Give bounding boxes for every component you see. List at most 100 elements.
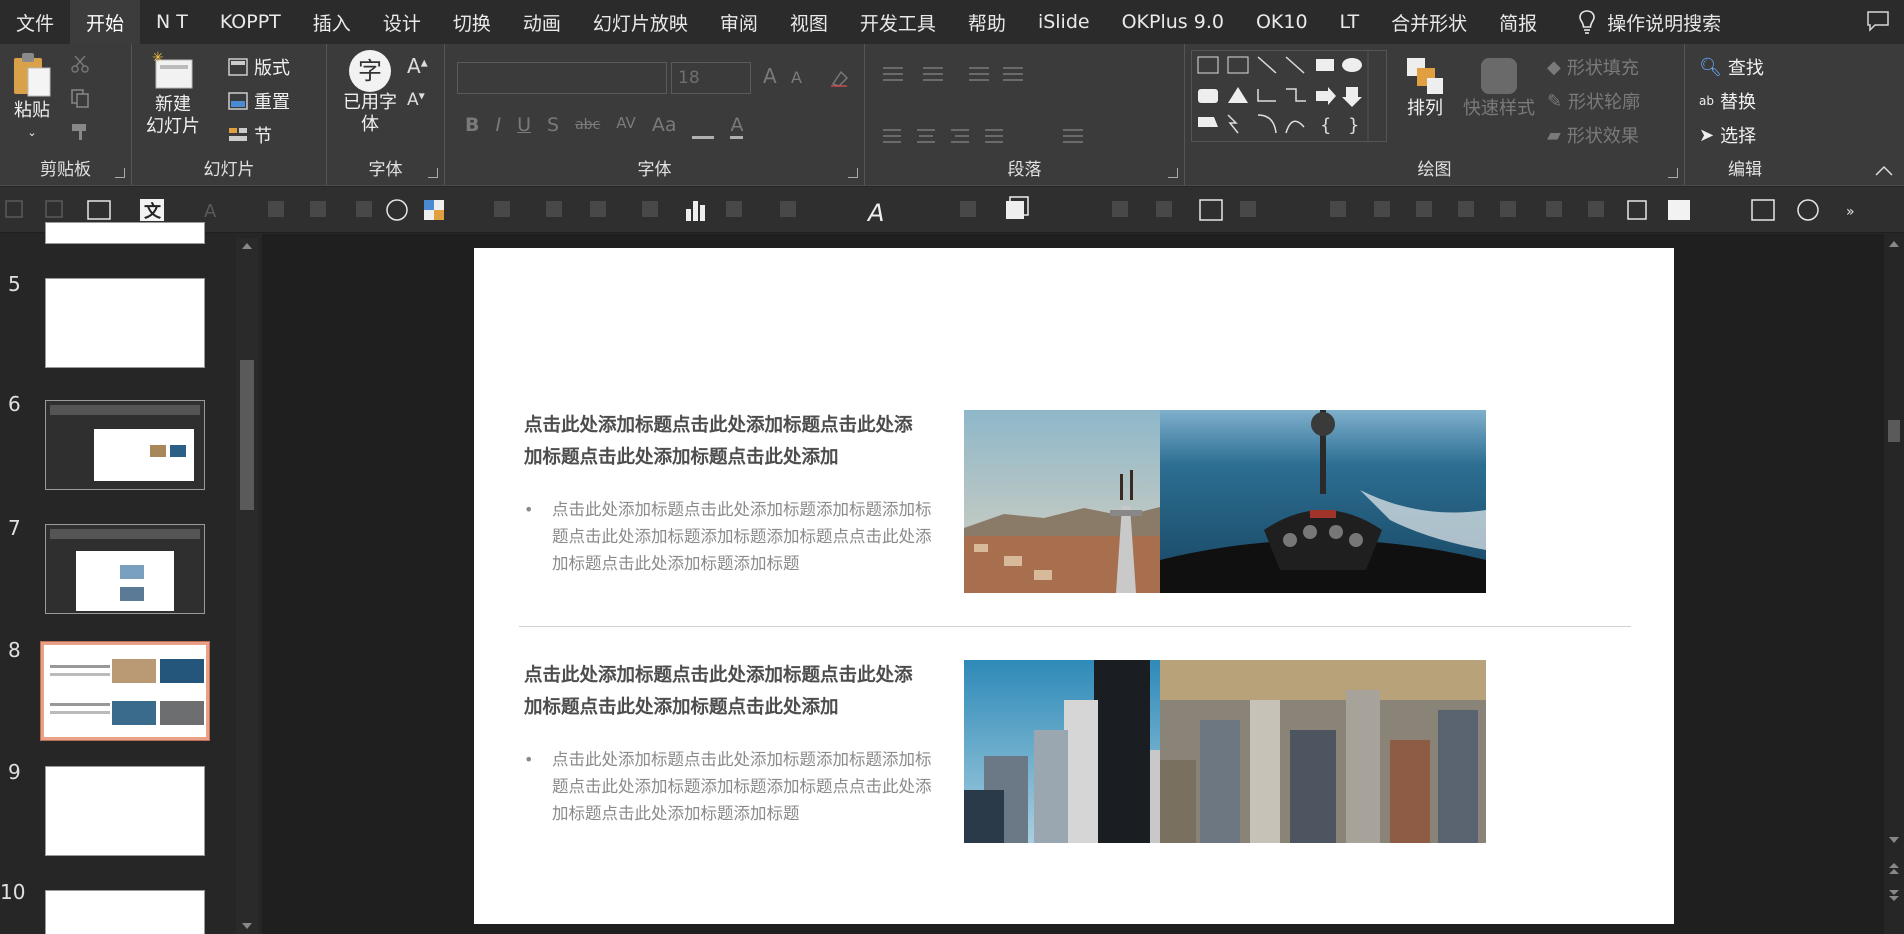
menu-nt[interactable]: N T [140,0,204,44]
menu-design[interactable]: 设计 [367,0,437,44]
used-fonts-launcher[interactable] [428,168,438,178]
highlight-icon[interactable] [692,114,715,139]
quick-styles-button[interactable]: 快速样式 [1463,54,1535,120]
font-launcher[interactable] [848,168,858,178]
font-color-icon[interactable]: A [730,114,744,139]
block2-body[interactable]: 点击此处添加标题点击此处添加标题添加标题添加标题点击此处添加标题添加标题添加标题… [552,746,932,827]
editor-scroll-up-icon[interactable] [1888,240,1900,248]
clear-format-icon[interactable] [829,68,849,88]
drawing-launcher[interactable] [1668,168,1678,178]
menu-lt[interactable]: LT [1324,0,1376,44]
used-fonts-button[interactable]: 字 已用字 体 [343,50,397,136]
clipboard-launcher[interactable] [115,168,125,178]
helicopter-cockpit-coast-photo-icon [1160,410,1486,593]
underline-button[interactable]: U [517,114,531,139]
slide-divider [519,626,1631,627]
italic-button[interactable]: I [495,114,501,139]
slide-thumbnail-9[interactable] [45,766,205,856]
menu-islide[interactable]: iSlide [1022,0,1106,44]
editor-scrollbar-thumb[interactable] [1888,420,1900,442]
arrange-button[interactable]: 排列 [1403,54,1447,120]
editor-scroll-down-icon[interactable] [1888,836,1900,844]
previous-slide-icon[interactable] [1888,862,1900,876]
slide-thumbnail-8-selected[interactable] [40,641,210,741]
photo-city-aerial[interactable] [1160,660,1486,843]
comments-icon[interactable] [1866,10,1890,32]
group-font-label: 字体 [637,160,672,180]
grow-font-icon[interactable]: A [763,64,777,88]
tell-me-search[interactable]: 操作说明搜索 [1577,9,1721,36]
font-glyph-icon: 字 [349,50,391,92]
menu-home[interactable]: 开始 [70,0,141,44]
menu-briefing[interactable]: 简报 [1483,0,1553,44]
layout-label: 版式 [254,58,290,79]
font-name-field[interactable] [457,62,667,94]
bold-button[interactable]: B [465,114,479,139]
menu-help[interactable]: 帮助 [952,0,1022,44]
menu-animations[interactable]: 动画 [507,0,577,44]
menu-okplus[interactable]: OKPlus 9.0 [1106,0,1240,44]
photo-helicopter-cockpit[interactable] [1160,410,1486,593]
menu-view[interactable]: 视图 [774,0,844,44]
layout-button[interactable]: 版式 [228,54,290,80]
find-icon: 🔍︎ [1699,56,1722,78]
decrease-font-icon[interactable]: A▼ [407,90,425,110]
find-button[interactable]: 🔍︎ 查找 [1699,54,1764,80]
menu-ok10[interactable]: OK10 [1240,0,1324,44]
menu-merge-shapes[interactable]: 合并形状 [1375,0,1483,44]
new-slide-button[interactable]: ✳ 新建 幻灯片 [146,50,200,138]
slide-thumbnail-6[interactable] [45,400,205,490]
shape-fill-button[interactable]: ◆ 形状填充 [1547,54,1639,80]
menu-koppt[interactable]: KOPPT [204,0,297,44]
menu-insert[interactable]: 插入 [297,0,367,44]
slide-thumbnail-5[interactable] [45,278,205,368]
shape-outline-button[interactable]: ✎ 形状轮廓 [1547,88,1640,114]
pencil-icon: ✎ [1547,90,1563,112]
increase-font-icon[interactable]: A▲ [407,54,428,78]
menu-developer[interactable]: 开发工具 [844,0,952,44]
reset-button[interactable]: 重置 [228,88,290,114]
font-size-field[interactable]: 18 [671,62,751,94]
shapes-gallery[interactable]: {} [1191,50,1387,142]
change-case-button[interactable]: Aa [652,114,677,139]
scroll-up-icon[interactable] [241,242,253,250]
block1-body[interactable]: 点击此处添加标题点击此处添加标题添加标题添加标题点击此处添加标题添加标题添加标题… [552,496,932,577]
collapse-ribbon-icon[interactable] [1874,165,1894,177]
replace-button[interactable]: ab 替换 [1699,88,1756,114]
shrink-font-icon[interactable]: A [791,68,802,87]
char-spacing-button[interactable]: AV [616,114,636,139]
copy-icon[interactable] [70,88,90,108]
menu-transitions[interactable]: 切换 [437,0,507,44]
slide-thumbnail-7[interactable] [45,524,205,614]
shadow-button[interactable]: S [547,114,559,139]
shape-outline-label: 形状轮廓 [1568,92,1641,113]
format-painter-icon[interactable] [70,122,92,142]
group-used-fonts-label: 字体 [368,160,403,180]
editor-scrollbar[interactable] [1884,234,1904,934]
block1-title[interactable]: 点击此处添加标题点击此处添加标题点击此处添加标题点击此处添加标题点击此处添加 [524,410,924,474]
next-slide-icon[interactable] [1888,888,1900,902]
current-slide[interactable]: 点击此处添加标题点击此处添加标题点击此处添加标题点击此处添加标题点击此处添加 •… [474,248,1674,924]
cut-icon[interactable] [70,54,90,74]
thumbnail-scrollbar[interactable] [236,238,258,934]
menu-slideshow[interactable]: 幻灯片放映 [577,0,704,44]
paragraph-launcher[interactable] [1168,168,1178,178]
slide-thumbnail-4[interactable] [45,222,205,244]
menu-review[interactable]: 审阅 [704,0,774,44]
select-button[interactable]: ➤ 选择 [1699,122,1756,148]
paragraph-tools-icon[interactable] [879,60,1169,156]
paste-button[interactable]: 粘贴 ⌄ [10,50,54,144]
thumbnail-scrollbar-thumb[interactable] [240,360,254,510]
slide-thumbnail-10[interactable] [45,890,205,934]
shape-effects-button[interactable]: ▰ 形状效果 [1547,122,1639,148]
quick-toolbar-icons[interactable]: 文 A A » [0,187,1904,233]
slide-thumbnail-pane: 5 6 7 8 9 10 [0,222,262,934]
group-drawing: {} 排列 快速样式 ◆ 形状填充 ✎ 形状轮廓 ▰ 形状效果 绘图 [1185,44,1685,186]
strikethrough-button[interactable]: abc [575,114,600,139]
block2-title[interactable]: 点击此处添加标题点击此处添加标题点击此处添加标题点击此处添加标题点击此处添加 [524,660,924,724]
menu-file[interactable]: 文件 [0,0,70,44]
used-fonts-label-1: 已用字 [343,92,397,113]
section-button[interactable]: 节 [228,122,272,148]
scroll-down-icon[interactable] [241,922,253,930]
group-editing-label: 编辑 [1728,160,1762,180]
